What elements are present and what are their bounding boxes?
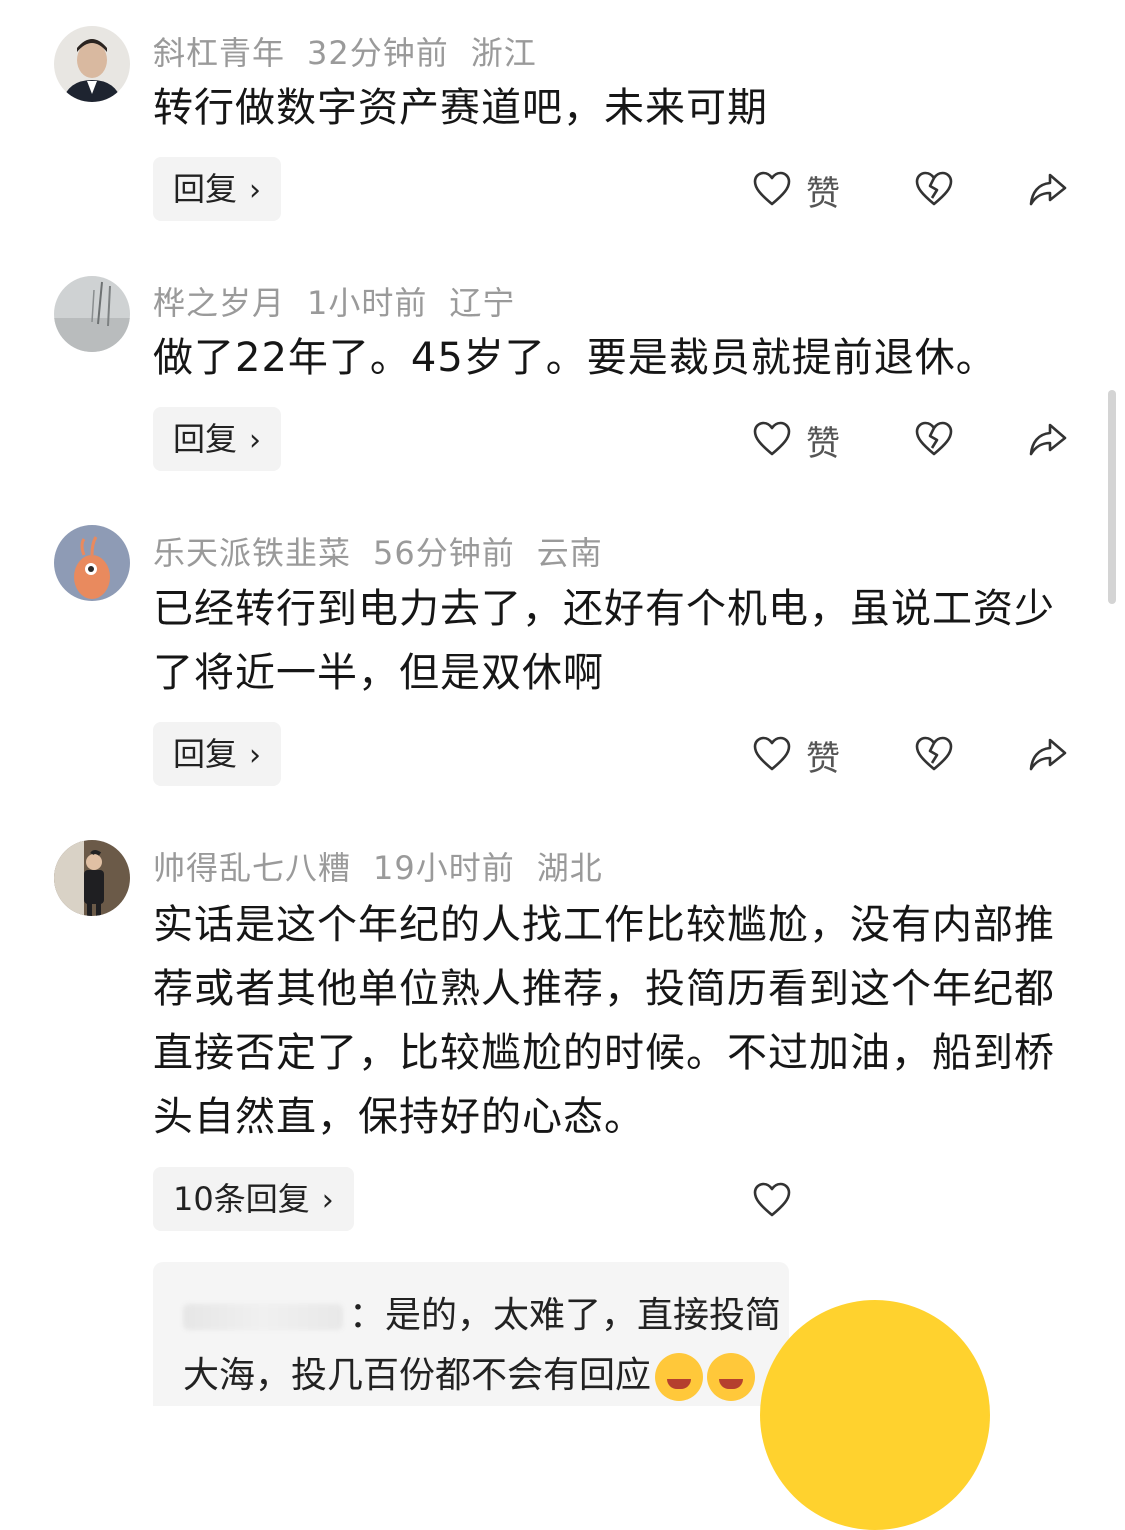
comment-meta: 斜杠青年 32分钟前 浙江 xyxy=(153,28,559,74)
heart-outline-icon[interactable] xyxy=(752,734,792,774)
floating-emoji-sticker-icon[interactable] xyxy=(760,1300,990,1530)
sub-reply-preview[interactable]: ：是的，太难了，直接投简 大海，投几百份都不会有回应 xyxy=(153,1262,789,1406)
share-arrow-icon[interactable] xyxy=(1028,734,1068,774)
avatar[interactable] xyxy=(54,525,130,601)
sub-reply-line: ：是的，太难了，直接投简 xyxy=(183,1286,781,1338)
heart-outline-icon[interactable] xyxy=(752,419,792,459)
location: 浙江 xyxy=(470,34,537,72)
blurred-username xyxy=(183,1304,343,1330)
username[interactable]: 桦之岁月 xyxy=(153,284,285,322)
username[interactable]: 帅得乱七八糟 xyxy=(153,849,351,887)
reply-label: 回复 xyxy=(173,735,238,773)
reply-count-label: 10条回复 xyxy=(173,1180,310,1218)
scrollbar[interactable] xyxy=(1108,390,1116,604)
avatar[interactable] xyxy=(54,26,130,102)
comment-meta: 帅得乱七八糟 19小时前 湖北 xyxy=(153,843,625,889)
like-label[interactable]: 赞 xyxy=(806,731,840,780)
like-label[interactable]: 赞 xyxy=(806,416,840,465)
like-label[interactable]: 赞 xyxy=(806,166,840,215)
laughing-crying-emoji-icon xyxy=(655,1353,704,1401)
timestamp: 32分钟前 xyxy=(307,34,449,72)
reply-button[interactable]: 回复 › xyxy=(153,157,282,221)
share-arrow-icon[interactable] xyxy=(1028,169,1068,209)
reply-label: 回复 xyxy=(173,420,238,458)
laughing-crying-emoji-icon xyxy=(707,1353,756,1401)
chevron-right-icon: › xyxy=(249,173,262,208)
location: 云南 xyxy=(536,534,603,572)
chevron-right-icon: › xyxy=(249,423,262,458)
comment-text: 做了22年了。45岁了。要是裁员就提前退休。 xyxy=(153,335,997,381)
timestamp: 19小时前 xyxy=(373,849,515,887)
share-arrow-icon[interactable] xyxy=(1028,419,1068,459)
sub-reply-line: 大海，投几百份都不会有回应 xyxy=(183,1346,756,1401)
avatar[interactable] xyxy=(54,276,130,352)
comment-meta: 桦之岁月 1小时前 辽宁 xyxy=(153,278,537,324)
reply-label: 回复 xyxy=(173,170,238,208)
heart-outline-icon[interactable] xyxy=(752,1180,792,1220)
username[interactable]: 乐天派铁韭菜 xyxy=(153,534,351,572)
chevron-right-icon: › xyxy=(249,738,262,773)
location: 辽宁 xyxy=(449,284,516,322)
heart-outline-icon[interactable] xyxy=(752,169,792,209)
timestamp: 1小时前 xyxy=(307,284,428,322)
username[interactable]: 斜杠青年 xyxy=(153,34,285,72)
chevron-right-icon: › xyxy=(321,1183,334,1218)
view-replies-button[interactable]: 10条回复 › xyxy=(153,1167,354,1231)
broken-heart-icon[interactable] xyxy=(914,419,954,459)
timestamp: 56分钟前 xyxy=(373,534,515,572)
reply-button[interactable]: 回复 › xyxy=(153,407,282,471)
comment-meta: 乐天派铁韭菜 56分钟前 云南 xyxy=(153,528,625,574)
reply-button[interactable]: 回复 › xyxy=(153,722,282,786)
broken-heart-icon[interactable] xyxy=(914,169,954,209)
comment-text: 转行做数字资产赛道吧，未来可期 xyxy=(153,85,768,131)
comment-text: 实话是这个年纪的人找工作比较尴尬，没有内部推荐或者其他单位熟人推荐，投简历看到这… xyxy=(153,902,1055,1140)
location: 湖北 xyxy=(536,849,603,887)
avatar[interactable] xyxy=(54,840,130,916)
broken-heart-icon[interactable] xyxy=(914,734,954,774)
comment-text: 已经转行到电力去了，还好有个机电，虽说工资少了将近一半，但是双休啊 xyxy=(153,586,1055,696)
